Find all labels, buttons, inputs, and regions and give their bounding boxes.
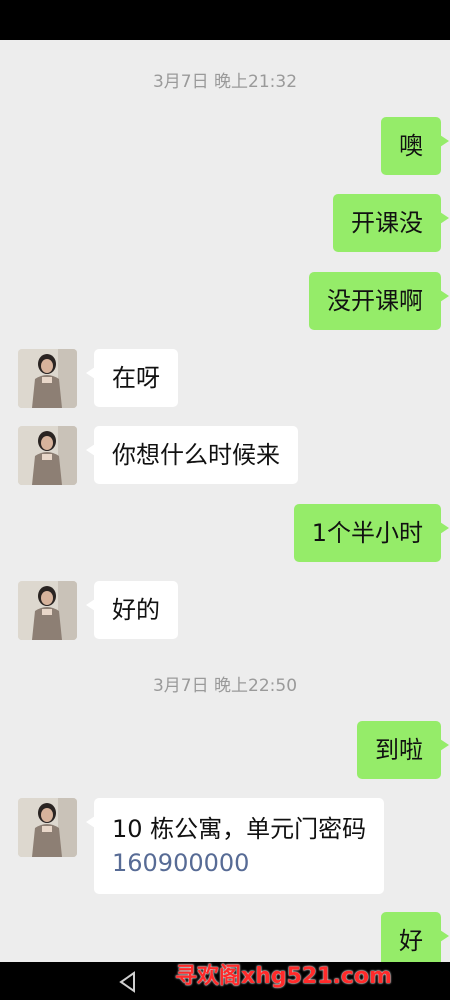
message-bubble[interactable]: 没开课啊 [309,272,449,330]
timestamp: 3月7日 晚上22:50 [152,676,298,696]
avatar[interactable] [18,581,77,640]
message-bubble[interactable]: 噢 [381,117,449,175]
avatar[interactable] [18,426,77,485]
message-bubble[interactable]: 你想什么时候来 [86,426,298,484]
avatar[interactable] [18,349,77,408]
status-bar [0,0,450,40]
message-bubble[interactable]: 到啦 [357,721,449,779]
message-bubble[interactable]: 开课没 [333,194,449,252]
avatar[interactable] [18,798,77,857]
door-code-link[interactable]: 160900000 [112,846,366,880]
watermark: 寻欢阁xhg521.com [175,964,392,989]
chat-history[interactable]: 3月7日 晚上21:32 噢 开课没 没开课啊 在呀 你想什么时候来 1个半小时… [0,40,450,962]
message-text: 10 栋公寓，单元门密码 [112,815,367,843]
message-bubble[interactable]: 1个半小时 [293,504,450,562]
message-bubble[interactable]: 在呀 [86,349,178,407]
message-bubble[interactable]: 好 [381,912,449,962]
back-triangle-icon[interactable] [116,970,140,994]
message-bubble[interactable]: 好的 [86,581,178,639]
timestamp: 3月7日 晚上21:32 [152,72,298,92]
message-bubble[interactable]: 10 栋公寓，单元门密码 160900000 [85,798,385,894]
